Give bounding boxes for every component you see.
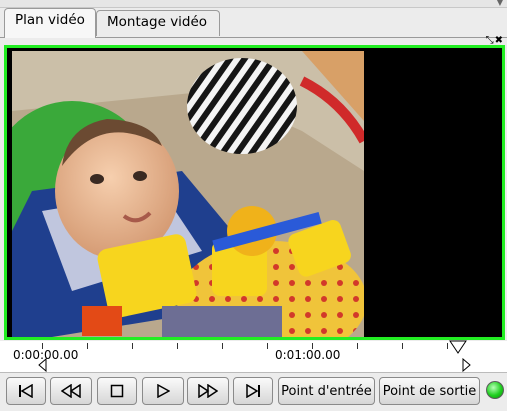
set-out-point-button[interactable]: Point de sortie	[379, 377, 480, 405]
tab-label: Plan vidéo	[15, 12, 85, 28]
skip-to-start-button[interactable]	[6, 377, 46, 405]
top-strip: ▼	[0, 0, 507, 8]
out-point-marker[interactable]	[449, 340, 467, 354]
skip-to-end-icon	[246, 384, 260, 398]
stop-icon	[110, 384, 124, 398]
tab-montage-video[interactable]: Montage vidéo	[96, 10, 220, 36]
timecode-label: 0:01:00.00	[275, 348, 341, 362]
ruler-tick	[132, 343, 133, 349]
set-out-point-label: Point de sortie	[382, 383, 477, 399]
tab-plan-video[interactable]: Plan vidéo	[4, 8, 96, 38]
out-point-arrow[interactable]	[462, 358, 471, 372]
status-led	[486, 381, 504, 399]
chevron-down-icon[interactable]: ▼	[497, 0, 503, 7]
set-in-point-label: Point d'entrée	[281, 383, 372, 399]
fast-forward-icon	[198, 384, 218, 398]
in-point-marker[interactable]	[38, 358, 47, 372]
ruler-tick	[222, 343, 223, 349]
ruler-tick	[447, 343, 448, 349]
play-button[interactable]	[142, 377, 184, 405]
ruler-tick	[87, 343, 88, 349]
video-frame-image	[12, 51, 364, 337]
set-in-point-button[interactable]: Point d'entrée	[278, 377, 375, 405]
rewind-button[interactable]	[50, 377, 92, 405]
ruler-tick	[357, 343, 358, 349]
fast-forward-button[interactable]	[187, 377, 229, 405]
video-viewer[interactable]	[4, 45, 505, 340]
playback-controls: Point d'entrée Point de sortie	[0, 374, 507, 411]
tab-label: Montage vidéo	[107, 14, 208, 30]
play-icon	[157, 384, 170, 398]
video-frame	[12, 51, 364, 337]
ruler-tick	[402, 343, 403, 349]
ruler-tick	[267, 343, 268, 349]
skip-to-end-button[interactable]	[233, 377, 273, 405]
ruler-tick	[177, 343, 178, 349]
rewind-icon	[61, 384, 81, 398]
stop-button[interactable]	[97, 377, 137, 405]
skip-to-start-icon	[19, 384, 33, 398]
timeline-ruler[interactable]: 0:00:00.00 0:01:00.00	[0, 340, 507, 373]
